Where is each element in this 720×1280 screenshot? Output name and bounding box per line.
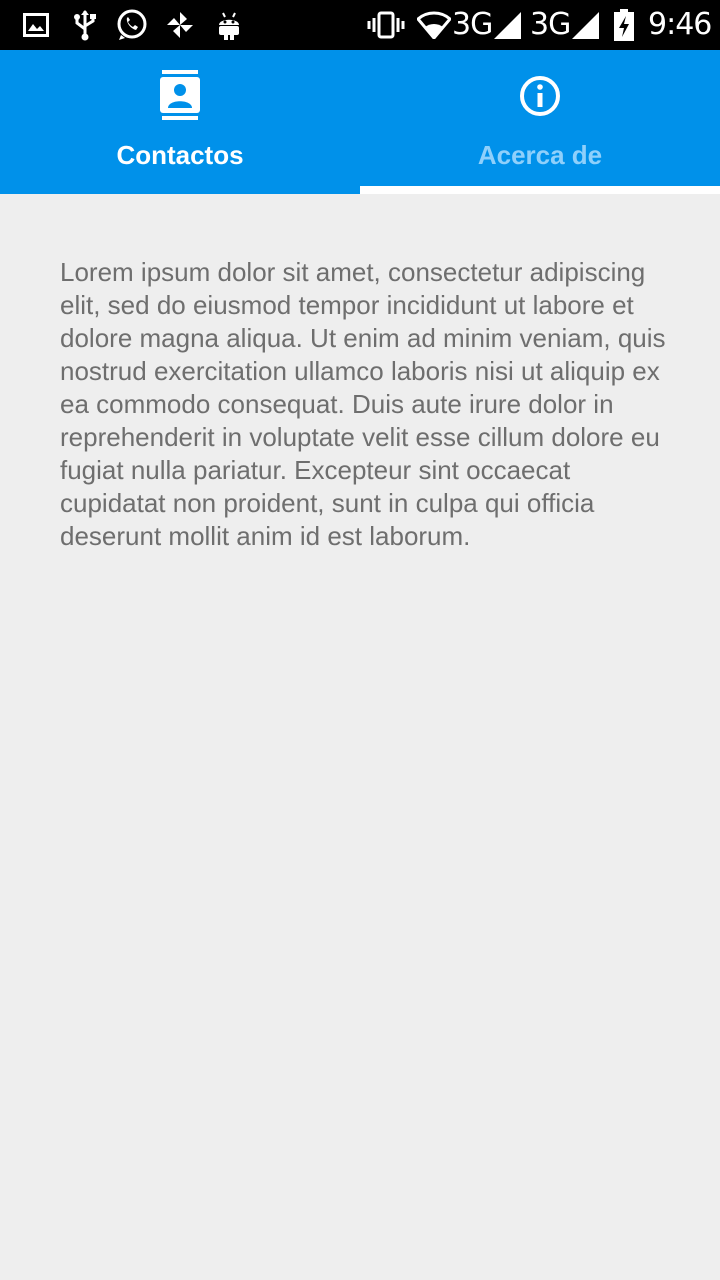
wifi-icon [416, 9, 452, 41]
info-icon [360, 70, 720, 122]
network-type-1: 3G [452, 7, 493, 42]
battery-charging-icon [612, 9, 636, 41]
network-type-2: 3G [530, 7, 571, 42]
signal-icon [492, 9, 522, 41]
tab-label: Contactos [116, 140, 244, 170]
whatsapp-icon [114, 9, 150, 41]
about-text: Lorem ipsum dolor sit amet, consectetur … [60, 257, 666, 551]
tab-label: Acerca de [477, 140, 603, 170]
clock: 9:46 [648, 7, 712, 42]
vibrate-icon [366, 9, 406, 41]
usb-icon [70, 9, 100, 41]
pinwheel-icon [164, 9, 196, 41]
contacts-icon [0, 70, 360, 122]
status-bar: 3G 3G 9:46 [0, 0, 720, 50]
signal-icon [570, 9, 600, 41]
tab-contactos[interactable]: Contactos [0, 50, 360, 194]
android-icon [214, 9, 244, 41]
selected-tab-indicator [360, 186, 720, 194]
tab-bar: Contactos Acerca de [0, 50, 720, 194]
image-icon [22, 9, 50, 41]
tab-acerca-de[interactable]: Acerca de [360, 50, 720, 194]
